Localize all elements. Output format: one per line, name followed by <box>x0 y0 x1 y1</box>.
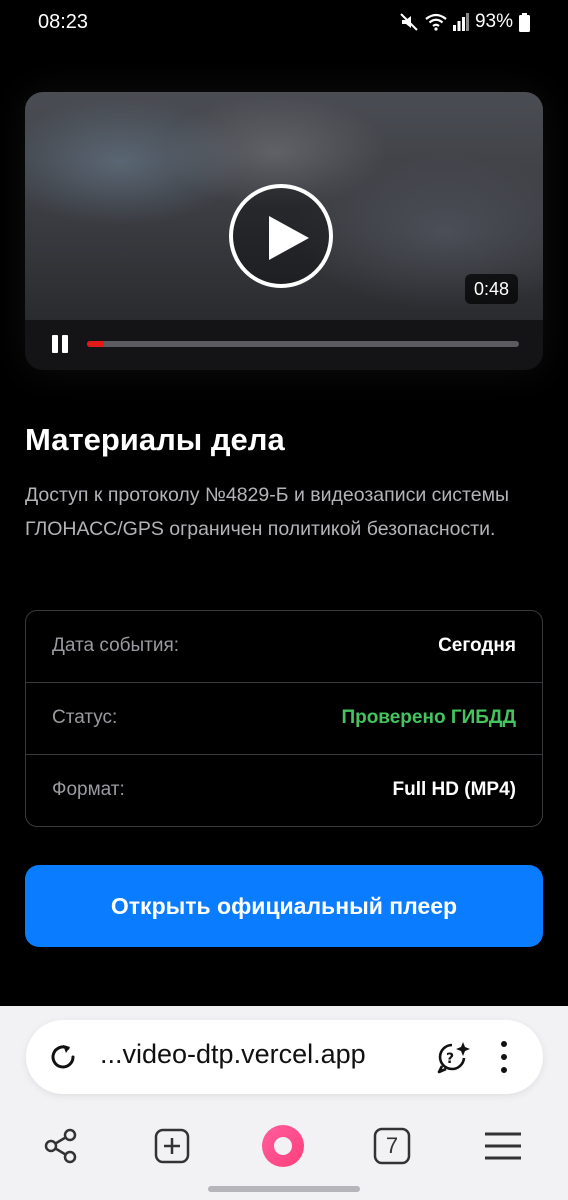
progress-fill <box>87 341 105 347</box>
signal-icon <box>452 13 469 31</box>
browser-panel: ...video-dtp.vercel.app ? 7 <box>0 1006 568 1200</box>
menu-icon <box>485 1132 521 1160</box>
status-value: Проверено ГИБДД <box>341 707 516 728</box>
assistant-icon[interactable]: ? <box>434 1038 472 1076</box>
share-icon <box>44 1128 77 1164</box>
video-duration: 0:48 <box>465 274 519 304</box>
details-row-date: Дата события: Сегодня <box>26 611 542 683</box>
details-table: Дата события: Сегодня Статус: Проверено … <box>25 610 543 827</box>
home-indicator[interactable] <box>208 1186 360 1192</box>
url-text[interactable]: ...video-dtp.vercel.app <box>100 1039 366 1070</box>
menu-button[interactable] <box>473 1116 533 1176</box>
alice-button[interactable] <box>253 1116 313 1176</box>
new-tab-button[interactable] <box>142 1116 202 1176</box>
browser-nav-bar: 7 <box>0 1116 568 1176</box>
mute-icon <box>400 13 418 31</box>
battery-icon <box>519 12 530 32</box>
play-button[interactable] <box>229 184 333 288</box>
alice-icon <box>262 1125 304 1167</box>
pause-icon[interactable] <box>52 335 72 355</box>
page-description: Доступ к протоколу №4829-Б и видеозаписи… <box>25 484 510 540</box>
status-bar: 08:23 93% <box>0 0 568 44</box>
tabs-button[interactable]: 7 <box>362 1116 422 1176</box>
video-controls <box>25 320 543 370</box>
progress-bar[interactable] <box>87 341 519 347</box>
play-icon <box>269 216 309 260</box>
tabs-count: 7 <box>385 1133 399 1158</box>
details-label: Статус: <box>52 707 118 728</box>
svg-text:?: ? <box>446 1051 454 1067</box>
details-label: Дата события: <box>52 635 180 656</box>
new-tab-icon <box>154 1128 190 1164</box>
more-menu-icon[interactable] <box>494 1041 514 1073</box>
details-row-format: Формат: Full HD (MP4) <box>26 755 542 826</box>
details-value: Full HD (MP4) <box>392 779 517 800</box>
open-player-button[interactable]: Открыть официальный плеер <box>25 865 543 947</box>
details-value: Сегодня <box>438 635 516 656</box>
status-icons: 93% <box>399 10 530 34</box>
reload-icon[interactable] <box>46 1040 80 1074</box>
video-player[interactable]: 0:48 <box>25 92 543 370</box>
wifi-icon <box>425 13 447 31</box>
battery-percent: 93% <box>474 11 513 32</box>
status-time: 08:23 <box>38 11 89 33</box>
details-row-status: Статус: Проверено ГИБДД <box>26 683 542 755</box>
address-bar[interactable]: ...video-dtp.vercel.app ? <box>26 1020 543 1094</box>
page-title: Материалы дела <box>25 422 285 457</box>
details-label: Формат: <box>52 779 125 800</box>
share-button[interactable] <box>31 1116 91 1176</box>
